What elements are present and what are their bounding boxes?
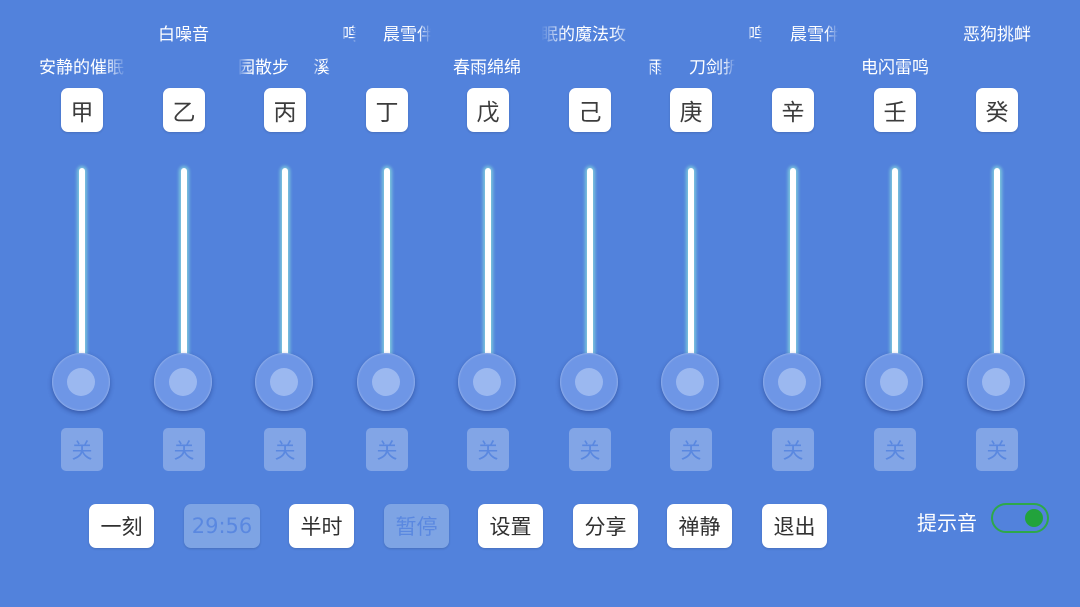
knob-center — [473, 368, 501, 396]
volume-slider-knob[interactable] — [661, 353, 719, 411]
knob-center — [676, 368, 704, 396]
channel-select-button[interactable]: 丙 — [264, 88, 306, 132]
sound-label-rain: 雨 — [648, 58, 662, 78]
volume-slider-knob[interactable] — [255, 353, 313, 411]
channel-off-button[interactable]: 关 — [976, 428, 1018, 471]
sound-label-spring-rain: 春雨绵绵 — [453, 58, 521, 78]
volume-slider-knob[interactable] — [763, 353, 821, 411]
channel-ding: 丁 关 — [357, 88, 417, 472]
channel-off-button[interactable]: 关 — [61, 428, 103, 471]
channel-gui: 癸 关 — [967, 88, 1027, 472]
pause-button[interactable]: 暂停 — [384, 504, 449, 548]
sound-label-quiet-hypnosis: 安静的催眠 — [39, 58, 124, 78]
channel-select-button[interactable]: 乙 — [163, 88, 205, 132]
channel-off-button[interactable]: 关 — [772, 428, 814, 471]
timer-display: 29:56 — [184, 504, 260, 548]
channel-off-button[interactable]: 关 — [264, 428, 306, 471]
channel-yi: 乙 关 — [154, 88, 214, 472]
channel-select-button[interactable]: 戊 — [467, 88, 509, 132]
volume-slider-knob[interactable] — [458, 353, 516, 411]
channel-select-button[interactable]: 壬 — [874, 88, 916, 132]
sound-label-morning-snow-2: 晨雪伴 — [790, 25, 838, 45]
knob-center — [270, 368, 298, 396]
volume-slider-knob[interactable] — [357, 353, 415, 411]
channel-off-button[interactable]: 关 — [366, 428, 408, 471]
channel-ji: 己 关 — [560, 88, 620, 472]
volume-slider-track[interactable] — [994, 168, 1000, 368]
sound-label-morning-snow: 晨雪伴 — [383, 25, 431, 45]
channel-select-button[interactable]: 辛 — [772, 88, 814, 132]
channel-ren: 壬 关 — [865, 88, 925, 472]
volume-slider-track[interactable] — [282, 168, 288, 368]
channel-bing: 丙 关 — [255, 88, 315, 472]
zen-button[interactable]: 禅静 — [667, 504, 732, 548]
knob-center — [169, 368, 197, 396]
volume-slider-track[interactable] — [384, 168, 390, 368]
volume-slider-track[interactable] — [485, 168, 491, 368]
share-button[interactable]: 分享 — [573, 504, 638, 548]
sound-label-stream: 溪 — [313, 58, 330, 78]
channel-select-button[interactable]: 庚 — [670, 88, 712, 132]
volume-slider-track[interactable] — [688, 168, 694, 368]
settings-button[interactable]: 设置 — [478, 504, 543, 548]
volume-slider-knob[interactable] — [967, 353, 1025, 411]
volume-slider-track[interactable] — [790, 168, 796, 368]
channel-select-button[interactable]: 癸 — [976, 88, 1018, 132]
knob-center — [575, 368, 603, 396]
knob-center — [778, 368, 806, 396]
prompt-sound-toggle[interactable] — [991, 503, 1049, 533]
volume-slider-track[interactable] — [587, 168, 593, 368]
sound-label-thunder: 电闪雷鸣 — [861, 58, 929, 78]
channel-wu: 戊 关 — [458, 88, 518, 472]
sound-label-garden-walk: 园散步 — [238, 58, 288, 78]
channel-off-button[interactable]: 关 — [467, 428, 509, 471]
sound-label-magic-attack: 眠的魔法攻 — [541, 25, 626, 45]
volume-slider-knob[interactable] — [560, 353, 618, 411]
channel-select-button[interactable]: 甲 — [61, 88, 103, 132]
volume-slider-knob[interactable] — [865, 353, 923, 411]
channel-xin: 辛 关 — [763, 88, 823, 472]
knob-center — [982, 368, 1010, 396]
volume-slider-track[interactable] — [181, 168, 187, 368]
half-hour-button[interactable]: 半时 — [289, 504, 354, 548]
channel-off-button[interactable]: 关 — [569, 428, 611, 471]
channel-select-button[interactable]: 丁 — [366, 88, 408, 132]
channel-off-button[interactable]: 关 — [163, 428, 205, 471]
sound-label-cry: 鸣 — [342, 25, 356, 45]
channel-geng: 庚 关 — [661, 88, 721, 472]
sound-label-sword: 刀剑折 — [689, 58, 735, 78]
channel-off-button[interactable]: 关 — [670, 428, 712, 471]
knob-center — [880, 368, 908, 396]
quarter-hour-button[interactable]: 一刻 — [89, 504, 154, 548]
toggle-knob — [1025, 509, 1043, 527]
knob-center — [372, 368, 400, 396]
channel-off-button[interactable]: 关 — [874, 428, 916, 471]
volume-slider-knob[interactable] — [52, 353, 110, 411]
sound-label-cry-2: 鸣 — [748, 25, 762, 45]
volume-slider-track[interactable] — [892, 168, 898, 368]
sound-label-dog: 恶狗挑衅 — [963, 25, 1031, 45]
volume-slider-track[interactable] — [79, 168, 85, 368]
prompt-sound-label: 提示音 — [917, 511, 977, 535]
knob-center — [67, 368, 95, 396]
sound-label-white-noise: 白噪音 — [158, 25, 209, 45]
channel-jia: 甲 关 — [52, 88, 112, 472]
volume-slider-knob[interactable] — [154, 353, 212, 411]
exit-button[interactable]: 退出 — [762, 504, 827, 548]
channel-select-button[interactable]: 己 — [569, 88, 611, 132]
